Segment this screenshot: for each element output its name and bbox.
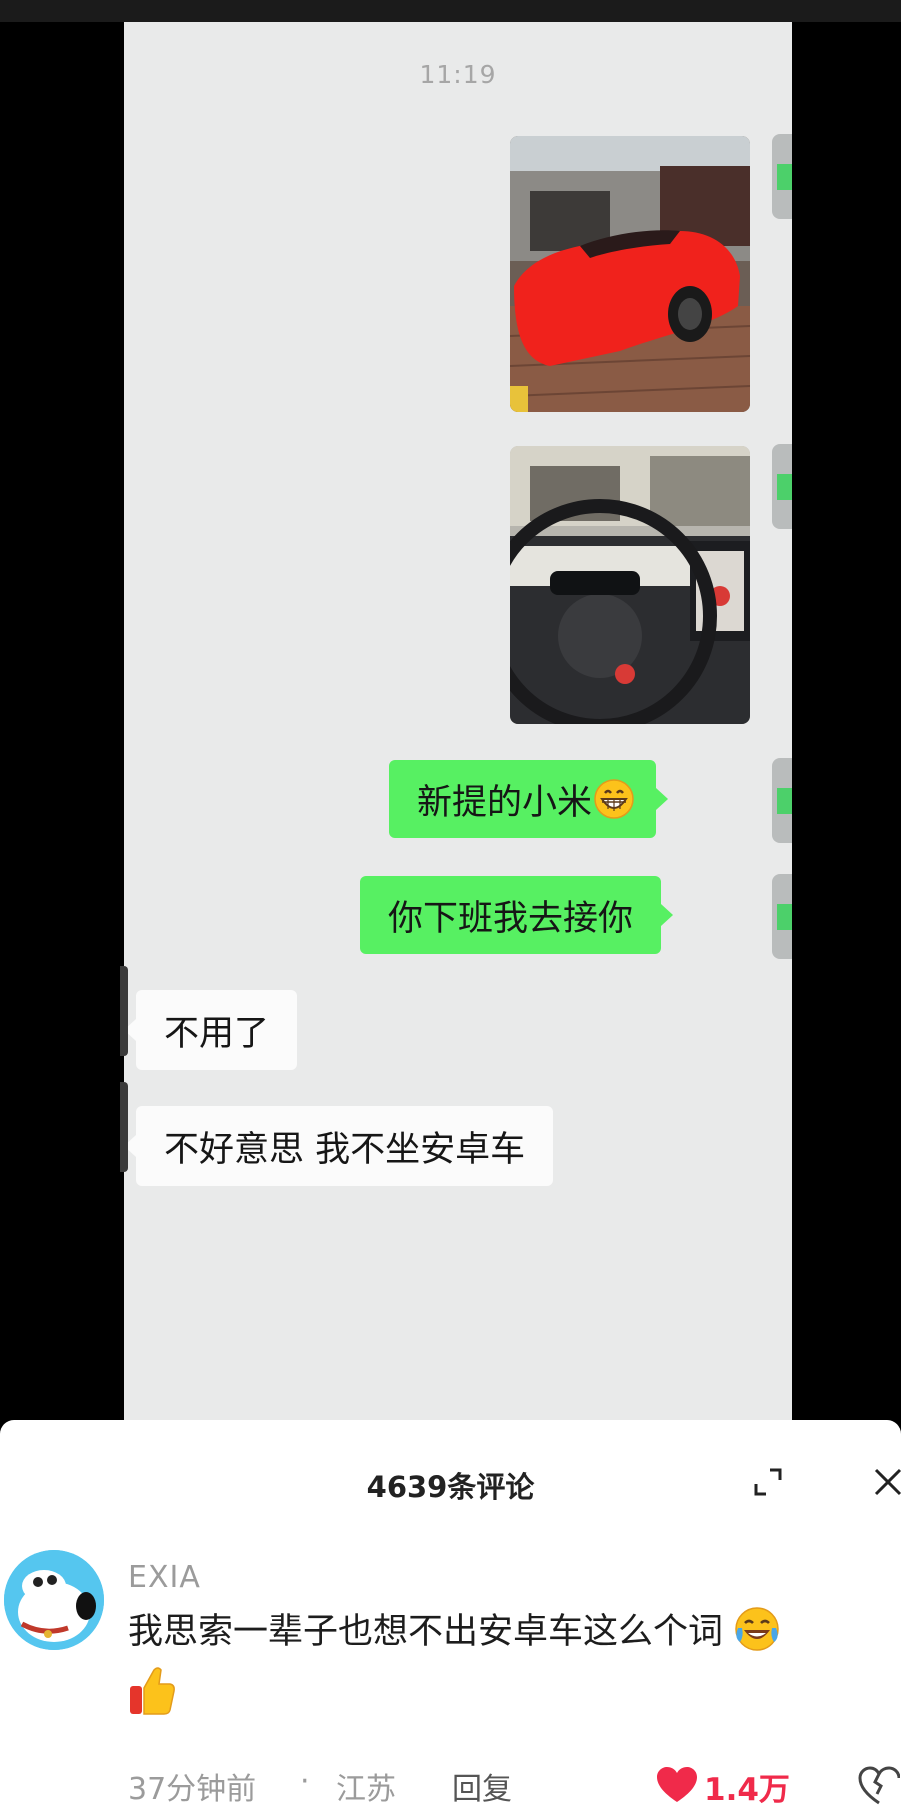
car-interior-photo[interactable] (510, 446, 750, 724)
meta-separator: · (300, 1764, 310, 1799)
comment-time: 37分钟前 (128, 1772, 257, 1807)
comment-meta: 37分钟前 · 江苏 回复 1.4万 (0, 1764, 901, 1808)
message-text: 你下班我去接你 (388, 898, 634, 939)
receiver-avatar-edge (120, 966, 128, 1056)
message-text: 不用了 (164, 1013, 270, 1054)
heart-icon[interactable] (656, 1766, 698, 1804)
top-status-strip (0, 0, 901, 22)
dog-avatar-icon (4, 1550, 104, 1650)
comment-location: 江苏 (336, 1772, 396, 1807)
comment-text: 我思索一辈子也想不出安卓车这么个词 (128, 1612, 724, 1652)
grin-icon (594, 779, 634, 819)
reply-button[interactable]: 回复 (452, 1764, 512, 1808)
outgoing-message: 你下班我去接你 (360, 876, 674, 954)
sender-avatar-edge (772, 758, 792, 843)
outgoing-message: 新提的小米 (389, 760, 669, 838)
red-car-photo[interactable] (510, 136, 750, 412)
chat-timestamp: 11:19 (419, 60, 497, 89)
comment-body: 我思索一辈子也想不出安卓车这么个词 (128, 1604, 898, 1716)
message-text: 不好意思 我不坐安卓车 (164, 1129, 526, 1170)
chat-screenshot: 11:19 新提的小米 你下班我去接你 不用了 不好意思 我不坐安卓车 (124, 22, 792, 1420)
sender-avatar-edge (772, 134, 792, 219)
incoming-message: 不用了 (124, 990, 298, 1070)
expand-icon[interactable] (750, 1464, 786, 1500)
comments-sheet: 4639条评论 EXIA 我思索一辈子也想不出安卓车这么个词 37分钟前 · 江… (0, 1420, 901, 1818)
sender-avatar-edge (772, 444, 792, 529)
message-text: 新提的小米 (417, 782, 593, 823)
laughing-tears-icon (735, 1607, 779, 1651)
close-icon[interactable] (870, 1464, 901, 1500)
dislike-broken-heart-icon[interactable] (858, 1766, 900, 1806)
receiver-avatar-edge (120, 1082, 128, 1172)
comment-username[interactable]: EXIA (128, 1560, 201, 1595)
thumbs-up-icon (130, 1667, 175, 1715)
sender-avatar-edge (772, 874, 792, 959)
like-count: 1.4万 (704, 1772, 790, 1808)
incoming-message: 不好意思 我不坐安卓车 (124, 1106, 554, 1186)
avatar[interactable] (4, 1550, 104, 1650)
